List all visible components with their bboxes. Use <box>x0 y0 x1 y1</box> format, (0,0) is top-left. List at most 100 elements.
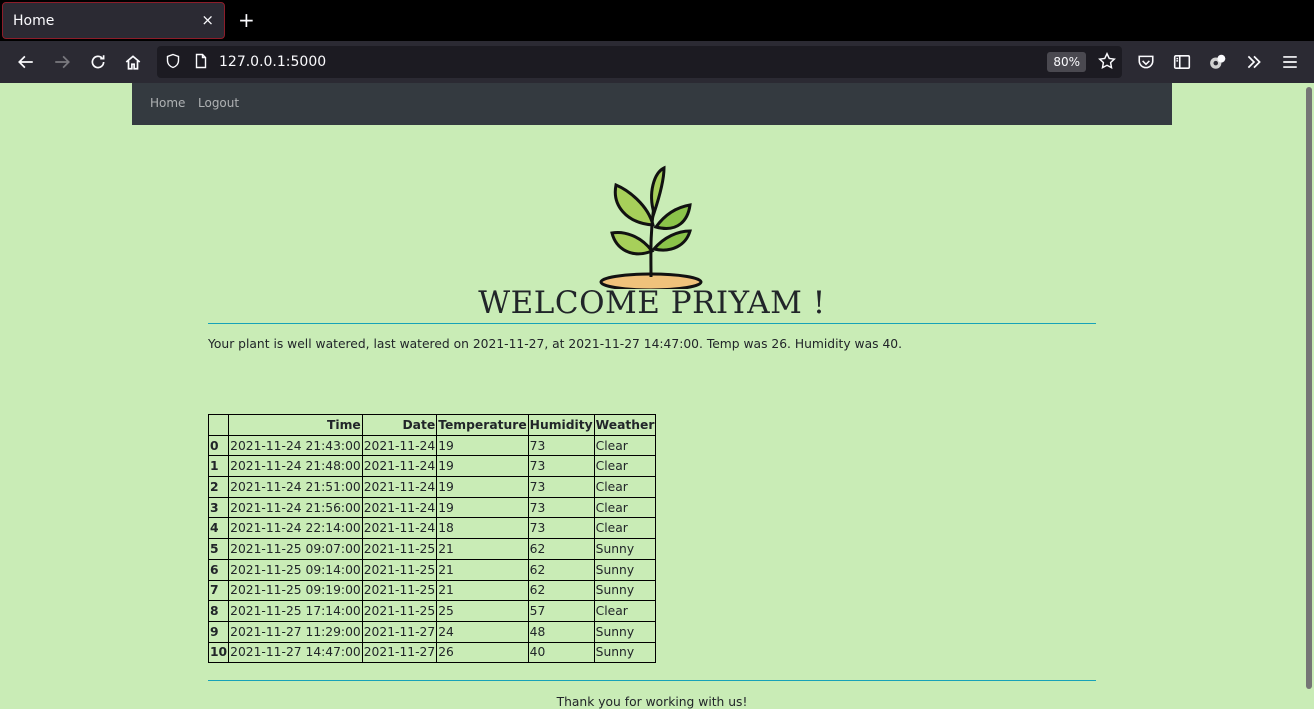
divider-bottom <box>208 680 1096 681</box>
page-scrollbar[interactable] <box>1306 87 1312 689</box>
cell-index: 7 <box>207 579 230 602</box>
table-row: 4 2021-11-24 22:14:00 2021-11-24 18 73 Clear <box>207 517 657 540</box>
cell-index: 2 <box>207 476 230 498</box>
page-icon[interactable] <box>193 53 209 73</box>
tab-title: Home <box>13 13 55 29</box>
cell-index: 0 <box>207 434 230 457</box>
cell-temperature: 19 <box>436 455 529 478</box>
nav-logout-link[interactable]: Logout <box>198 96 239 110</box>
col-header-weather: Weather <box>593 414 657 436</box>
nav-home-link[interactable]: Home <box>150 96 185 110</box>
cell-temperature: 25 <box>436 600 529 622</box>
tab-strip: Home × + <box>0 0 1314 41</box>
welcome-heading: WELCOME PRIYAM ! <box>478 285 826 321</box>
cell-index: 9 <box>207 620 230 643</box>
cell-humidity: 73 <box>527 455 595 478</box>
table-row: 3 2021-11-24 21:56:00 2021-11-24 19 73 Clear <box>207 496 657 519</box>
cell-weather: Clear <box>593 517 657 540</box>
cell-date: 2021-11-24 <box>361 434 438 457</box>
cell-date: 2021-11-25 <box>361 538 438 560</box>
zoom-level[interactable]: 80% <box>1047 52 1086 72</box>
cell-weather: Clear <box>593 496 657 519</box>
readings-table: Time Date Temperature Humidity Weather 0… <box>207 414 657 664</box>
cell-index: 1 <box>207 455 230 478</box>
cell-temperature: 19 <box>436 496 529 519</box>
cell-temperature: 19 <box>436 476 529 498</box>
cell-temperature: 21 <box>436 538 529 560</box>
cell-index: 6 <box>207 558 230 581</box>
cell-weather: Sunny <box>593 641 657 664</box>
cell-humidity: 73 <box>527 476 595 498</box>
footer-text: Thank you for working with us! <box>556 695 748 709</box>
extension-icon[interactable] <box>1207 51 1229 73</box>
home-icon[interactable] <box>122 51 144 73</box>
cell-temperature: 18 <box>436 517 529 540</box>
cell-time: 2021-11-25 09:19:00 <box>228 579 363 602</box>
cell-weather: Clear <box>593 455 657 478</box>
cell-time: 2021-11-27 14:47:00 <box>228 641 363 664</box>
menu-icon[interactable] <box>1279 51 1301 73</box>
cell-date: 2021-11-25 <box>361 600 438 622</box>
cell-temperature: 21 <box>436 579 529 602</box>
reload-icon[interactable] <box>87 51 109 73</box>
cell-date: 2021-11-27 <box>361 620 438 643</box>
cell-humidity: 40 <box>527 641 595 664</box>
forward-icon[interactable] <box>51 51 73 73</box>
cell-time: 2021-11-27 11:29:00 <box>228 620 363 643</box>
cell-temperature: 21 <box>436 558 529 581</box>
divider-top <box>208 323 1096 324</box>
table-row: 5 2021-11-25 09:07:00 2021-11-25 21 62 Sunny <box>207 538 657 560</box>
cell-humidity: 73 <box>527 517 595 540</box>
watering-status: Your plant is well watered, last watered… <box>208 337 902 351</box>
table-row: 2 2021-11-24 21:51:00 2021-11-24 19 73 Clear <box>207 476 657 498</box>
cell-date: 2021-11-27 <box>361 641 438 664</box>
cell-humidity: 62 <box>527 558 595 581</box>
cell-humidity: 57 <box>527 600 595 622</box>
cell-weather: Clear <box>593 476 657 498</box>
cell-humidity: 62 <box>527 538 595 560</box>
page-viewport: Home Logout WELCOME PRIYAM ! Your plant … <box>0 83 1314 709</box>
cell-index: 10 <box>207 641 230 664</box>
cell-temperature: 26 <box>436 641 529 664</box>
cell-humidity: 73 <box>527 496 595 519</box>
table-row: 6 2021-11-25 09:14:00 2021-11-25 21 62 Sunny <box>207 558 657 581</box>
shield-icon[interactable] <box>165 53 181 73</box>
cell-time: 2021-11-24 21:56:00 <box>228 496 363 519</box>
table-row: 7 2021-11-25 09:19:00 2021-11-25 21 62 Sunny <box>207 579 657 602</box>
cell-weather: Sunny <box>593 558 657 581</box>
cell-date: 2021-11-24 <box>361 455 438 478</box>
table-header-row: Time Date Temperature Humidity Weather <box>207 414 657 436</box>
cell-date: 2021-11-24 <box>361 476 438 498</box>
table-row: 1 2021-11-24 21:48:00 2021-11-24 19 73 Clear <box>207 455 657 478</box>
browser-toolbar: 127.0.0.1:5000 80% <box>0 41 1314 83</box>
overflow-icon[interactable] <box>1243 51 1265 73</box>
cell-date: 2021-11-25 <box>361 558 438 581</box>
star-icon[interactable] <box>1098 51 1116 74</box>
cell-weather: Sunny <box>593 620 657 643</box>
url-text[interactable]: 127.0.0.1:5000 <box>219 54 326 70</box>
cell-date: 2021-11-24 <box>361 517 438 540</box>
site-navbar: Home Logout <box>132 83 1172 125</box>
table-row: 0 2021-11-24 21:43:00 2021-11-24 19 73 Clear <box>207 434 657 457</box>
cell-index: 5 <box>207 538 230 560</box>
cell-time: 2021-11-24 22:14:00 <box>228 517 363 540</box>
tab-home[interactable]: Home × <box>2 2 225 39</box>
col-header-time: Time <box>228 414 363 436</box>
cell-index: 4 <box>207 517 230 540</box>
sidebar-icon[interactable] <box>1171 51 1193 73</box>
cell-weather: Clear <box>593 600 657 622</box>
url-bar[interactable]: 127.0.0.1:5000 80% <box>157 46 1122 78</box>
new-tab-icon[interactable]: + <box>238 8 255 32</box>
pocket-icon[interactable] <box>1135 51 1157 73</box>
back-icon[interactable] <box>15 51 37 73</box>
close-tab-icon[interactable]: × <box>201 11 214 29</box>
cell-weather: Sunny <box>593 538 657 560</box>
cell-time: 2021-11-25 17:14:00 <box>228 600 363 622</box>
plant-logo <box>599 165 703 289</box>
cell-humidity: 48 <box>527 620 595 643</box>
cell-time: 2021-11-24 21:43:00 <box>228 434 363 457</box>
col-header-index <box>207 414 230 436</box>
cell-temperature: 19 <box>436 434 529 457</box>
col-header-date: Date <box>361 414 438 436</box>
cell-date: 2021-11-25 <box>361 579 438 602</box>
